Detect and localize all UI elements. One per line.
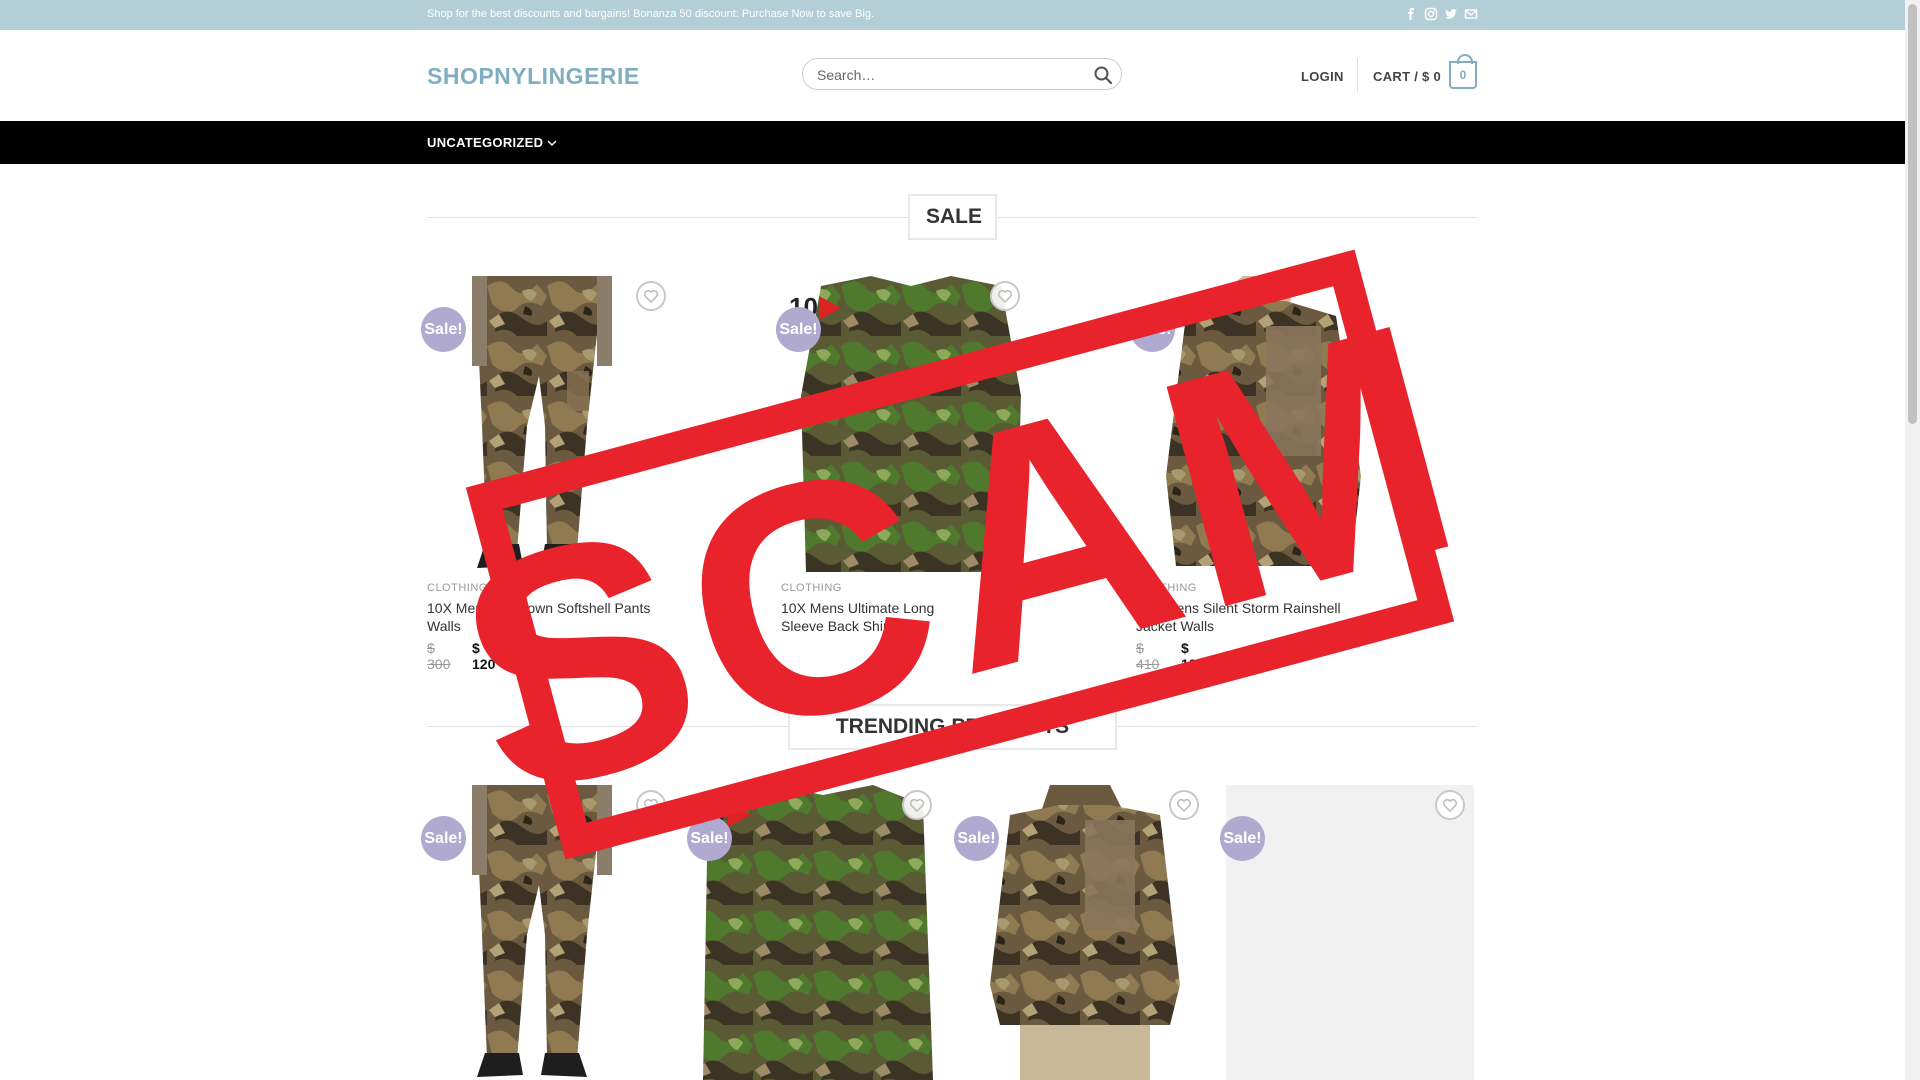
login-link[interactable]: LOGIN <box>1301 69 1344 84</box>
price-new: $ 120 <box>472 640 496 672</box>
sale-badge: Sale! <box>1220 816 1265 861</box>
instagram-icon[interactable] <box>1424 7 1438 21</box>
scrollbar-thumb[interactable] <box>1908 4 1917 424</box>
price-old: $ 300 <box>427 640 451 672</box>
sale-badge: Sale! <box>687 816 732 861</box>
price-old: $ 410 <box>1136 640 1160 672</box>
main-nav: UNCATEGORIZED <box>0 121 1905 164</box>
promo-text: Shop for the best discounts and bargains… <box>427 8 874 20</box>
product-image[interactable]: 10 <box>781 276 1041 572</box>
price-new: $ 122 <box>1181 640 1205 672</box>
sale-badge: Sale! <box>421 816 466 861</box>
sale-badge: Sale! <box>776 307 821 352</box>
search-icon[interactable] <box>1093 65 1113 85</box>
sale-section-title: SALE <box>908 194 997 240</box>
chevron-down-icon <box>547 140 557 146</box>
wishlist-button[interactable] <box>902 790 932 820</box>
top-promo-bar: Shop for the best discounts and bargains… <box>0 0 1905 30</box>
product-category: CLOTHING <box>781 582 842 594</box>
envelope-icon[interactable] <box>1464 7 1478 21</box>
nav-item-uncategorized[interactable]: UNCATEGORIZED <box>427 135 557 150</box>
wishlist-button[interactable] <box>636 281 666 311</box>
heart-icon <box>644 290 658 303</box>
wishlist-button[interactable] <box>990 281 1020 311</box>
heart-icon <box>910 799 924 812</box>
product-name[interactable]: 10X Mens Lowdown Softshell Pants Walls <box>427 599 667 635</box>
sale-badge: Sale! <box>1130 307 1175 352</box>
search-box <box>802 58 1122 90</box>
page-scrollbar[interactable] <box>1905 0 1920 1080</box>
facebook-icon[interactable] <box>1404 7 1418 21</box>
social-links <box>1404 7 1478 21</box>
nav-item-label: UNCATEGORIZED <box>427 135 544 150</box>
product-category: CLOTHING <box>427 582 488 594</box>
cart-count-badge[interactable]: 0 <box>1449 54 1477 89</box>
product-category: CLOTHING <box>1136 582 1197 594</box>
trending-section-title: TRENDING PRODUCTS <box>788 704 1117 750</box>
heart-icon <box>998 290 1012 303</box>
wishlist-button[interactable] <box>1435 790 1465 820</box>
twitter-icon[interactable] <box>1444 7 1458 21</box>
wishlist-button[interactable] <box>1169 790 1199 820</box>
sale-badge: Sale! <box>421 307 466 352</box>
site-logo[interactable]: SHOPNYLINGERIE <box>427 63 640 90</box>
heart-icon <box>644 799 658 812</box>
sale-badge: Sale! <box>954 816 999 861</box>
heart-icon <box>1443 799 1457 812</box>
cart-link[interactable]: CART / $ 0 <box>1373 69 1441 84</box>
heart-icon <box>1177 799 1191 812</box>
product-name[interactable]: 10X Mens Ultimate Long Sleeve Back Shirt… <box>781 599 971 635</box>
site-header: SHOPNYLINGERIE LOGIN CART / $ 0 0 <box>0 30 1905 121</box>
product-name[interactable]: 10X Mens Silent Storm Rainshell Jacket W… <box>1136 599 1366 635</box>
product-image[interactable] <box>427 276 687 572</box>
wishlist-button[interactable] <box>636 790 666 820</box>
search-input[interactable] <box>815 65 1069 85</box>
product-image[interactable] <box>1136 276 1396 572</box>
header-divider <box>1357 58 1358 92</box>
